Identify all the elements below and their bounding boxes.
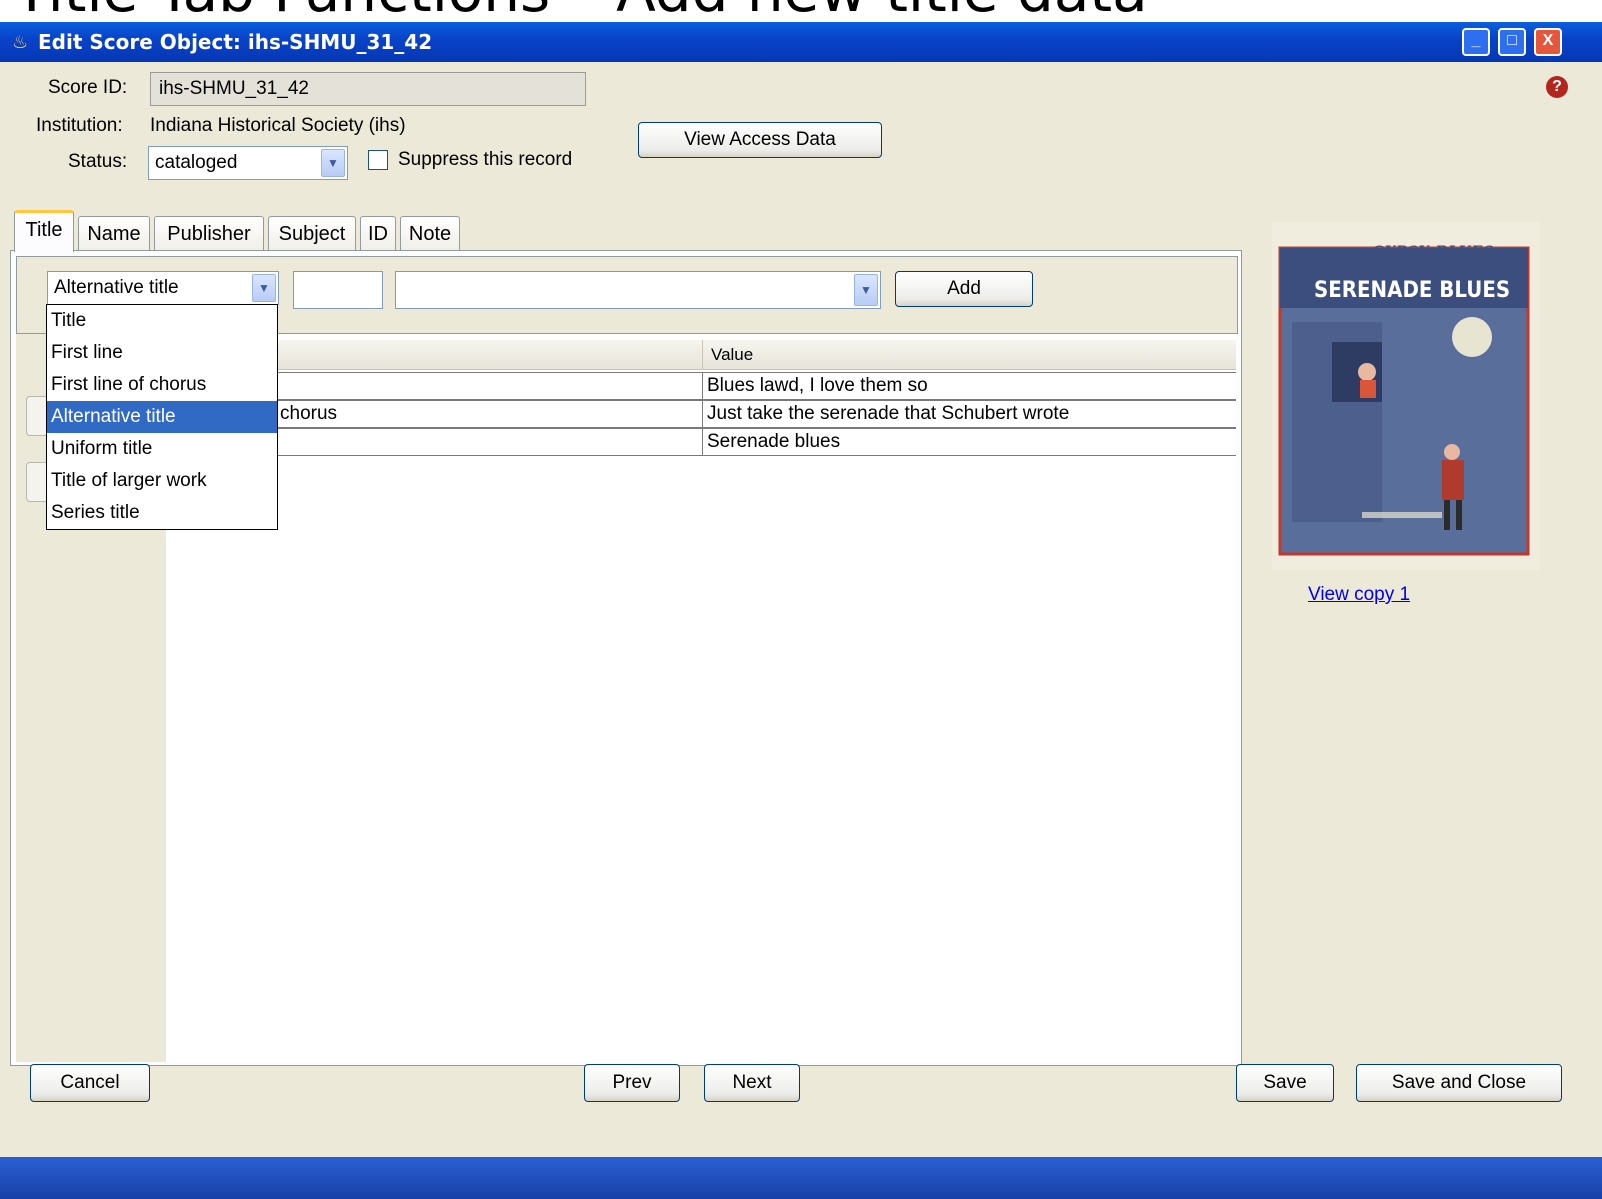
window-titlebar[interactable]: ♨ Edit Score Object: ihs-SHMU_31_42 _ □ …	[0, 22, 1602, 62]
prev-button[interactable]: Prev	[584, 1064, 680, 1102]
tab-title[interactable]: Title	[14, 210, 74, 252]
view-access-data-button[interactable]: View Access Data	[638, 122, 882, 158]
dropdown-option-uniform-title[interactable]: Uniform title	[47, 433, 277, 465]
next-button[interactable]: Next	[704, 1064, 800, 1102]
chevron-down-icon[interactable]: ▼	[252, 274, 276, 302]
save-button[interactable]: Save	[1236, 1064, 1334, 1102]
suppress-checkbox[interactable]	[368, 150, 388, 170]
tab-id[interactable]: ID	[360, 216, 396, 250]
os-taskbar	[0, 1157, 1602, 1199]
title-type-select[interactable]: Alternative title ▼	[47, 271, 279, 305]
dropdown-option-first-line[interactable]: First line	[47, 337, 277, 369]
table-row[interactable]: Blues lawd, I love them so	[166, 372, 1236, 400]
chevron-down-icon[interactable]: ▼	[854, 274, 878, 306]
suppress-label: Suppress this record	[398, 149, 573, 170]
edit-score-window: ♨ Edit Score Object: ihs-SHMU_31_42 _ □ …	[0, 22, 1602, 1172]
java-app-icon: ♨	[12, 32, 29, 52]
score-id-field: ihs-SHMU_31_42	[150, 72, 586, 106]
dropdown-option-series-title[interactable]: Series title	[47, 497, 277, 529]
save-and-close-button[interactable]: Save and Close	[1356, 1064, 1562, 1102]
status-select-value: cataloged	[155, 152, 238, 173]
tab-subject[interactable]: Subject	[268, 216, 356, 250]
cancel-button[interactable]: Cancel	[30, 1064, 150, 1102]
table-cell-value: Serenade blues	[702, 429, 840, 455]
dropdown-option-title[interactable]: Title	[47, 305, 277, 337]
table-row[interactable]: Serenade blues	[166, 428, 1236, 456]
title-text-combo[interactable]: ▼	[395, 271, 881, 309]
dropdown-option-title-of-larger-work[interactable]: Title of larger work	[47, 465, 277, 497]
status-select[interactable]: cataloged ▼	[148, 146, 348, 180]
hidden-button[interactable]	[26, 396, 47, 436]
score-cover-illustration	[1272, 222, 1540, 570]
table-cell-value: Just take the serenade that Schubert wro…	[702, 401, 1069, 427]
title-type-dropdown-list: Title First line First line of chorus Al…	[46, 304, 278, 530]
table-cell-type: chorus	[280, 403, 338, 424]
status-label: Status:	[68, 151, 128, 172]
help-icon[interactable]: ?	[1546, 76, 1568, 98]
maximize-button[interactable]: □	[1498, 28, 1526, 56]
tab-name[interactable]: Name	[78, 216, 150, 250]
institution-value: Indiana Historical Society (ihs)	[150, 115, 406, 136]
minimize-button[interactable]: _	[1462, 28, 1490, 56]
window-title: Edit Score Object: ihs-SHMU_31_42	[38, 30, 433, 54]
cover-title-text: SERENADE BLUES	[1314, 278, 1511, 303]
score-id-label: Score ID:	[48, 77, 128, 98]
tab-publisher[interactable]: Publisher	[154, 216, 264, 250]
dropdown-option-first-line-of-chorus[interactable]: First line of chorus	[47, 369, 277, 401]
table-header-value[interactable]: Value	[702, 340, 1236, 370]
hidden-button[interactable]	[26, 462, 47, 502]
view-copy-link[interactable]: View copy 1	[1308, 584, 1410, 606]
table-row[interactable]: chorus Just take the serenade that Schub…	[166, 400, 1236, 428]
title-type-value: Alternative title	[54, 277, 179, 298]
dropdown-option-alternative-title[interactable]: Alternative title	[47, 401, 277, 433]
chevron-down-icon[interactable]: ▼	[321, 149, 345, 177]
slide-title: Title Tab Functions – Add new title data	[0, 0, 1602, 22]
number-input[interactable]	[293, 271, 383, 309]
close-button[interactable]: X	[1534, 28, 1562, 56]
add-button[interactable]: Add	[895, 271, 1033, 307]
institution-label: Institution:	[36, 115, 123, 136]
table-cell-value: Blues lawd, I love them so	[702, 373, 928, 399]
score-cover-image[interactable]: GYPSY BLUES SERENADE BLUES	[1272, 222, 1540, 570]
cover-top-text: GYPSY BLUES	[1372, 244, 1495, 260]
tab-note[interactable]: Note	[400, 216, 460, 250]
